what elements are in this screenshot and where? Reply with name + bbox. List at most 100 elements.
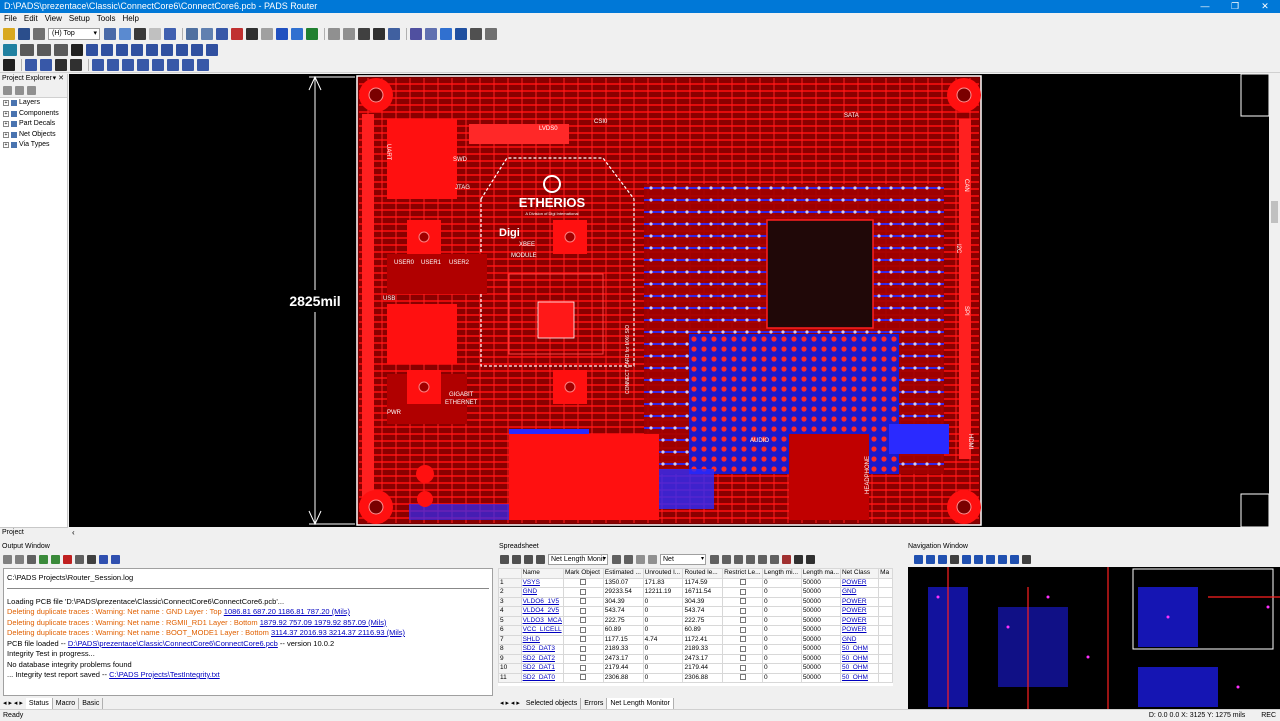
- tree-copy-icon[interactable]: [27, 86, 36, 95]
- pointer-icon[interactable]: [71, 43, 83, 56]
- cell-unrouted[interactable]: 0: [642, 644, 684, 655]
- sheet-settings-icon[interactable]: [806, 554, 815, 564]
- cell-name[interactable]: VLDO3_MCA: [520, 615, 564, 626]
- cell-ma[interactable]: [878, 653, 893, 664]
- table-row[interactable]: 9 SD2_DAT2 2473.17 0 2473.17 0 50000 50_OHM: [498, 653, 893, 664]
- spreadsheet-icon[interactable]: [231, 27, 243, 40]
- menu-help[interactable]: Help: [122, 13, 138, 25]
- cell-mark-object[interactable]: [562, 663, 604, 674]
- output-log[interactable]: C:\PADS Projects\Router_Session.log Load…: [3, 568, 493, 696]
- diff-pair-icon[interactable]: [197, 58, 209, 71]
- output-window-icon[interactable]: [425, 27, 437, 40]
- navigation-window-icon[interactable]: [440, 27, 452, 40]
- tab-basic[interactable]: Basic: [79, 698, 104, 709]
- protect-icon[interactable]: [152, 58, 164, 71]
- nav-grid-icon[interactable]: [938, 554, 947, 564]
- col-mark-object[interactable]: Mark Object: [562, 568, 604, 579]
- layer-down-icon[interactable]: [20, 43, 34, 56]
- cell-routed[interactable]: 2306.88: [682, 672, 724, 683]
- cell-net-class[interactable]: POWER: [839, 577, 880, 588]
- sheet-print-icon[interactable]: [512, 554, 521, 564]
- expand-icon[interactable]: +: [3, 110, 9, 117]
- cell-routed[interactable]: 1174.59: [682, 577, 724, 588]
- row-number[interactable]: 4: [498, 606, 522, 617]
- menu-file[interactable]: File: [4, 13, 17, 25]
- col-ma[interactable]: Ma: [878, 568, 893, 579]
- back-icon[interactable]: [3, 554, 12, 564]
- cell-estimated[interactable]: 304.39: [602, 596, 644, 607]
- cell-net-class[interactable]: 50_OHM: [839, 663, 880, 674]
- cell-mark-object[interactable]: [562, 625, 604, 636]
- cell-restrict[interactable]: [722, 672, 764, 683]
- cell-routed[interactable]: 2179.44: [682, 663, 724, 674]
- row-number[interactable]: 11: [498, 672, 522, 683]
- sheet-copy-icon[interactable]: [722, 554, 731, 564]
- cell-length-min[interactable]: 0: [762, 596, 802, 607]
- tab-errors[interactable]: Errors: [581, 698, 608, 709]
- tab-selected-objects[interactable]: Selected objects: [523, 698, 582, 709]
- scroll-thumb[interactable]: [1271, 201, 1278, 223]
- find-icon[interactable]: [149, 27, 161, 40]
- layer-swap-icon[interactable]: [54, 43, 68, 56]
- find-output-icon[interactable]: [87, 554, 96, 564]
- run-macro-icon[interactable]: [39, 554, 48, 564]
- cell-net-class[interactable]: 50_OHM: [839, 644, 880, 655]
- cell-length-min[interactable]: 0: [762, 615, 802, 626]
- cell-length-max[interactable]: 50000: [800, 606, 841, 617]
- checkbox[interactable]: [580, 664, 587, 671]
- cell-length-min[interactable]: 0: [762, 606, 802, 617]
- cell-mark-object[interactable]: [562, 587, 604, 598]
- cell-restrict[interactable]: [722, 606, 764, 617]
- table-row[interactable]: 2 GND 29233.54 12211.19 16711.54 0 50000 GND: [498, 587, 893, 598]
- tree-cut-icon[interactable]: [15, 86, 24, 95]
- cell-net-class[interactable]: POWER: [839, 625, 880, 636]
- nav-refresh-icon[interactable]: [1010, 554, 1019, 564]
- cell-mark-object[interactable]: [562, 577, 604, 588]
- log-link[interactable]: 1879.92 757.09 1979.92 857.09 (Mils): [260, 618, 387, 627]
- wrap-icon[interactable]: [770, 554, 779, 564]
- cell-mark-object[interactable]: [562, 596, 604, 607]
- cell-restrict[interactable]: [722, 625, 764, 636]
- row-number[interactable]: 9: [498, 653, 522, 664]
- add-corner-icon[interactable]: [40, 58, 52, 71]
- table-row[interactable]: 11 SD2_DAT0 2306.88 0 2306.88 0 50000 50_OHM: [498, 672, 893, 683]
- view-select[interactable]: Net Length Monit: [548, 553, 608, 565]
- design-rules-icon[interactable]: [261, 27, 273, 40]
- unroute-icon[interactable]: [167, 58, 179, 71]
- cell-unrouted[interactable]: 0: [642, 653, 684, 664]
- cell-net-class[interactable]: GND: [839, 634, 880, 645]
- cell-length-max[interactable]: 50000: [800, 672, 841, 683]
- table-row[interactable]: 8 SD2_DAT3 2189.33 0 2189.33 0 50000 50_OHM: [498, 644, 893, 655]
- interactive-route-icon[interactable]: [86, 43, 98, 56]
- cell-routed[interactable]: 222.75: [682, 615, 724, 626]
- checkbox[interactable]: [580, 588, 587, 595]
- tab-scroll-arrows[interactable]: ◂ ▸ ◂ ▸: [0, 698, 26, 709]
- redraw-icon[interactable]: [358, 27, 370, 40]
- cell-name[interactable]: SD2_DAT2: [520, 653, 564, 664]
- sort-icon[interactable]: [782, 554, 791, 564]
- refresh-icon[interactable]: [164, 27, 176, 40]
- checkbox[interactable]: [739, 579, 746, 586]
- cell-length-max[interactable]: 50000: [800, 634, 841, 645]
- checkbox[interactable]: [739, 598, 746, 605]
- nav-vias-icon[interactable]: [986, 554, 995, 564]
- spreadsheet-horizontal-scrollbar[interactable]: [498, 686, 893, 694]
- cell-mark-object[interactable]: [562, 634, 604, 645]
- sheet-delete-icon[interactable]: [612, 554, 621, 564]
- nav-options-icon[interactable]: [1022, 554, 1031, 564]
- layers-icon[interactable]: [104, 27, 116, 40]
- col-estimated[interactable]: Estimated ...: [602, 568, 644, 579]
- cell-length-max[interactable]: 50000: [800, 625, 841, 636]
- tree-print-icon[interactable]: [3, 86, 12, 95]
- cell-routed[interactable]: 304.39: [682, 596, 724, 607]
- cell-name[interactable]: GND: [520, 587, 564, 598]
- checkbox[interactable]: [739, 617, 746, 624]
- cell-name[interactable]: SD2_DAT0: [520, 672, 564, 683]
- log-link[interactable]: D:\PADS\prezentace\Classic\ConnectCore6\…: [68, 639, 278, 648]
- cell-restrict[interactable]: [722, 615, 764, 626]
- stretch-icon[interactable]: [70, 58, 82, 71]
- project-explorer-icon[interactable]: [410, 27, 422, 40]
- checkbox[interactable]: [580, 607, 587, 614]
- test-points-icon[interactable]: [206, 43, 218, 56]
- cell-estimated[interactable]: 2179.44: [602, 663, 644, 674]
